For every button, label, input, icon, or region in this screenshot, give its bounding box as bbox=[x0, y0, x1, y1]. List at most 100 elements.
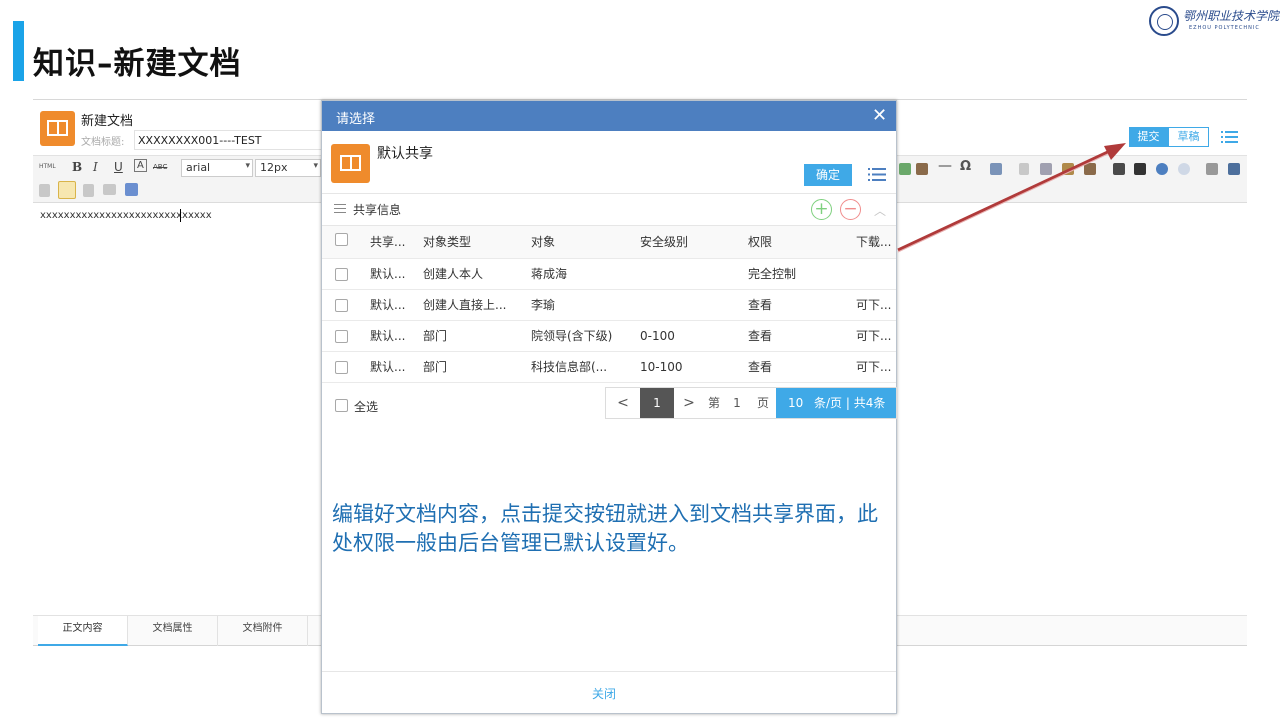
eraser-icon[interactable] bbox=[1040, 163, 1052, 175]
table-row[interactable]: 默认... 部门 院领导(含下级) 0-100 查看 可下... bbox=[322, 321, 896, 352]
current-page-button[interactable]: 1 bbox=[640, 388, 674, 418]
row-checkbox[interactable] bbox=[335, 268, 348, 281]
dialog-footer: 关闭 bbox=[322, 671, 896, 713]
school-seal-icon bbox=[1149, 6, 1179, 36]
close-icon[interactable]: ✕ bbox=[872, 107, 887, 125]
html-source-button[interactable]: HTML bbox=[39, 163, 56, 170]
page-size-selector[interactable]: 10 条/页 | 共4条 bbox=[776, 388, 896, 418]
confirm-button[interactable]: 确定 bbox=[804, 164, 852, 186]
table-cell: 0-100 bbox=[640, 329, 675, 343]
column-header[interactable]: 对象类型 bbox=[423, 226, 523, 258]
header-checkbox[interactable] bbox=[335, 233, 348, 246]
logo-english-name: EZHOU POLYTECHNIC bbox=[1189, 25, 1260, 31]
column-header[interactable]: 安全级别 bbox=[640, 226, 740, 258]
column-header[interactable]: 下载... bbox=[856, 226, 896, 258]
row-checkbox[interactable] bbox=[335, 361, 348, 374]
pagination: < 1 > 第 1 页 10 条/页 | 共4条 bbox=[605, 387, 897, 419]
logo-chinese-name: 鄂州职业技术学院 bbox=[1183, 9, 1280, 23]
select-all-checkbox[interactable] bbox=[335, 399, 348, 412]
list-menu-icon[interactable] bbox=[1221, 130, 1238, 144]
dialog-header: 请选择 ✕ bbox=[322, 101, 896, 131]
table-icon[interactable] bbox=[990, 163, 1002, 175]
section-title: 共享信息 bbox=[353, 203, 402, 217]
share-book-icon bbox=[331, 144, 370, 183]
table-cell: 查看 bbox=[748, 298, 773, 312]
font-color-button[interactable]: A bbox=[134, 159, 147, 172]
close-button[interactable]: 关闭 bbox=[592, 685, 616, 702]
prev-page-button[interactable]: < bbox=[606, 388, 640, 418]
table-cell: 查看 bbox=[748, 360, 773, 374]
select-all-label[interactable]: 全选 bbox=[354, 398, 378, 415]
find-icon[interactable] bbox=[1134, 163, 1146, 175]
instruction-annotation: 编辑好文档内容，点击提交按钮就进入到文档共享界面，此处权限一般由后台管理已默认设… bbox=[332, 502, 878, 555]
row-checkbox[interactable] bbox=[335, 299, 348, 312]
column-header[interactable]: 权限 bbox=[748, 226, 848, 258]
font-size-select[interactable]: 12px bbox=[255, 159, 321, 177]
strikethrough-button[interactable]: ABC bbox=[153, 163, 167, 171]
bold-button[interactable]: B bbox=[72, 160, 82, 174]
table-row[interactable]: 默认... 创建人直接上... 李瑜 查看 可下... bbox=[322, 290, 896, 321]
share-selection-dialog: 请选择 ✕ 默认共享 确定 共享信息 + − ︿ 共享... 对象类型 对象 安… bbox=[321, 100, 897, 714]
archive-icon[interactable] bbox=[1084, 163, 1096, 175]
page-prefix-label: 第 bbox=[707, 396, 720, 410]
clipboard-icon[interactable] bbox=[83, 184, 94, 197]
preview-icon[interactable] bbox=[1228, 163, 1240, 175]
media-icon[interactable] bbox=[916, 163, 928, 175]
table-row[interactable]: 默认... 部门 科技信息部(... 10-100 查看 可下... bbox=[322, 352, 896, 383]
tab-body-content[interactable]: 正文内容 bbox=[38, 616, 128, 646]
table-cell: 默认... bbox=[370, 329, 406, 343]
chevron-up-icon[interactable]: ︿ bbox=[874, 202, 888, 218]
table-cell bbox=[856, 259, 896, 289]
editor-content[interactable]: xxxxxxxxxxxxxxxxxxxxxxxxxxxxx bbox=[40, 210, 212, 221]
table-cell: 科技信息部(... bbox=[531, 360, 608, 374]
page-icon[interactable] bbox=[1019, 163, 1029, 175]
column-header[interactable]: 对象 bbox=[531, 226, 631, 258]
tab-doc-attachments[interactable]: 文档附件 bbox=[218, 616, 308, 646]
next-page-button[interactable]: > bbox=[674, 388, 704, 418]
emoticon-icon[interactable] bbox=[899, 163, 911, 175]
table-cell: 默认... bbox=[370, 267, 406, 281]
user-icon[interactable] bbox=[58, 181, 76, 199]
table-cell bbox=[640, 290, 740, 320]
redo-icon[interactable] bbox=[1178, 163, 1190, 175]
table-cell: 李瑜 bbox=[531, 298, 556, 312]
attachment-icon[interactable] bbox=[1206, 163, 1218, 175]
row-checkbox[interactable] bbox=[335, 330, 348, 343]
print-icon[interactable] bbox=[1113, 163, 1125, 175]
file-icon[interactable] bbox=[39, 184, 50, 197]
dialog-title: 请选择 bbox=[336, 112, 376, 127]
table-cell: 创建人本人 bbox=[423, 267, 484, 281]
remove-icon[interactable]: − bbox=[840, 199, 861, 220]
format-brush-icon[interactable] bbox=[1062, 163, 1074, 175]
slide-title: 知识–新建文档 bbox=[33, 46, 242, 82]
special-char-button[interactable]: Ω bbox=[960, 159, 971, 174]
add-icon[interactable]: + bbox=[811, 199, 832, 220]
underline-button[interactable]: U bbox=[114, 160, 123, 174]
text-caret bbox=[180, 209, 181, 222]
section-divider bbox=[322, 193, 896, 194]
page-size-summary: 条/页 | 共4条 bbox=[814, 396, 886, 410]
submit-button[interactable]: 提交 bbox=[1129, 127, 1168, 147]
table-cell: 部门 bbox=[423, 360, 448, 374]
tab-doc-properties[interactable]: 文档属性 bbox=[128, 616, 218, 646]
undo-icon[interactable] bbox=[1156, 163, 1168, 175]
page-number-input[interactable]: 1 bbox=[724, 388, 750, 418]
horizontal-rule-button[interactable]: — bbox=[938, 158, 952, 174]
table-cell: 创建人直接上... bbox=[423, 298, 507, 312]
link-icon[interactable] bbox=[103, 184, 116, 195]
table-header-row: 共享... 对象类型 对象 安全级别 权限 下载... bbox=[322, 225, 896, 259]
font-family-select[interactable]: arial bbox=[181, 159, 253, 177]
doc-title-input[interactable] bbox=[134, 130, 322, 150]
document-book-icon bbox=[40, 111, 75, 146]
italic-button[interactable]: I bbox=[93, 160, 98, 174]
table-cell: 蒋成海 bbox=[531, 267, 568, 281]
table-cell: 完全控制 bbox=[748, 267, 797, 281]
table-cell: 可下... bbox=[856, 298, 892, 312]
draft-button[interactable]: 草稿 bbox=[1168, 127, 1209, 147]
column-header[interactable]: 共享... bbox=[370, 226, 416, 258]
list-menu-icon[interactable] bbox=[868, 167, 886, 182]
image-icon[interactable] bbox=[125, 183, 138, 196]
table-row[interactable]: 默认... 创建人本人 蒋成海 完全控制 bbox=[322, 259, 896, 290]
share-title: 默认共享 bbox=[377, 146, 433, 162]
table-cell bbox=[640, 259, 740, 289]
